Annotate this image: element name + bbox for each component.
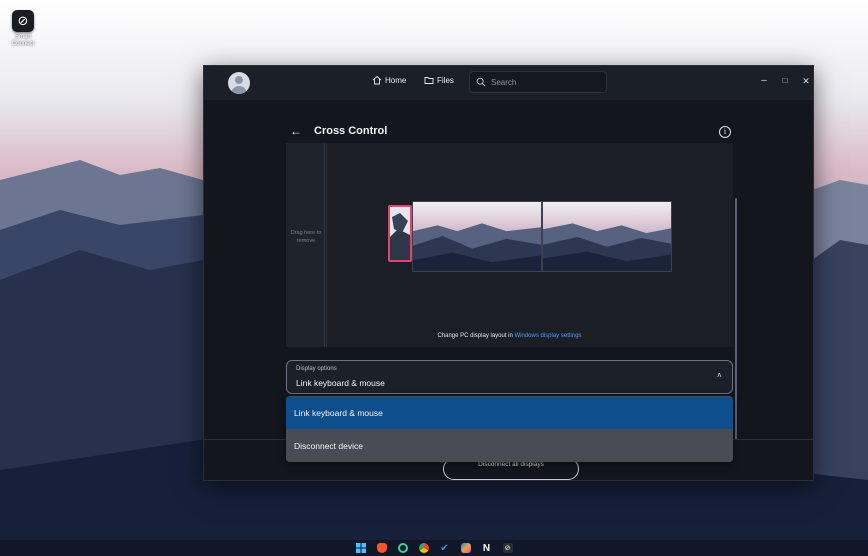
windows-display-settings-link[interactable]: Windows display settings <box>515 333 582 339</box>
smart-connect-icon: ⊘ <box>12 10 34 32</box>
search-placeholder: Search <box>491 77 517 87</box>
notion-icon[interactable]: N <box>482 543 492 554</box>
title-bar: Home Files Search – □ ✕ <box>204 66 813 100</box>
drag-hint: Drag here to remove <box>290 230 322 244</box>
home-icon <box>372 75 382 85</box>
drag-remove-zone[interactable]: Drag here to remove <box>286 143 325 347</box>
smart-connect-icon[interactable]: ⊘ <box>502 543 513 553</box>
back-arrow-icon[interactable]: ← <box>290 124 302 138</box>
display-options-dropdown[interactable]: Display options Link keyboard & mouse ˄ <box>286 360 733 394</box>
todo-icon[interactable]: ✔ <box>440 543 450 554</box>
divider <box>326 143 327 347</box>
desktop-shortcut-label: Smart Connect <box>11 34 35 47</box>
brave-icon[interactable] <box>376 543 387 553</box>
pc-display-1[interactable] <box>412 201 542 272</box>
search-icon <box>476 77 486 87</box>
dropdown-caption: Display options <box>296 366 337 372</box>
copilot-icon[interactable] <box>460 543 471 553</box>
app-window: Home Files Search – □ ✕ ← Cross Control … <box>203 65 814 481</box>
dropdown-menu: Link keyboard & mouse Disconnect device <box>286 396 733 462</box>
minimize-button[interactable]: – <box>757 74 771 88</box>
nav-home[interactable]: Home <box>372 75 406 85</box>
avatar[interactable] <box>228 72 250 94</box>
layout-hint: Change PC display layout in Windows disp… <box>286 333 733 339</box>
pc-display-2[interactable] <box>542 201 672 272</box>
option-disconnect-device[interactable]: Disconnect device <box>286 430 733 462</box>
nav-files[interactable]: Files <box>424 75 454 85</box>
cortana-icon[interactable] <box>397 543 408 553</box>
chrome-icon[interactable] <box>418 543 429 553</box>
layout-hint-text: Change PC display layout in <box>437 333 515 339</box>
close-button[interactable]: ✕ <box>799 74 813 88</box>
windows-icon[interactable] <box>355 543 366 553</box>
display-arrangement-panel: Drag here to remove Change PC display la… <box>286 143 733 347</box>
nav-home-label: Home <box>385 75 407 85</box>
search-input[interactable]: Search <box>469 71 607 93</box>
page-title: Cross Control <box>314 125 388 137</box>
connected-device-display[interactable] <box>388 205 412 262</box>
option-link-keyboard-mouse[interactable]: Link keyboard & mouse <box>286 397 733 429</box>
scrollbar[interactable] <box>735 198 737 440</box>
chevron-up-icon: ˄ <box>717 371 722 380</box>
page-header: ← Cross Control <box>290 124 387 138</box>
info-icon[interactable]: i <box>719 126 731 138</box>
folder-icon <box>424 77 434 84</box>
taskbar: ✔ N ⊘ <box>0 540 868 556</box>
desktop-shortcut-smart-connect[interactable]: ⊘ Smart Connect <box>8 10 38 48</box>
nav-files-label: Files <box>437 75 454 85</box>
maximize-button[interactable]: □ <box>778 74 792 88</box>
dropdown-value: Link keyboard & mouse <box>296 378 385 388</box>
